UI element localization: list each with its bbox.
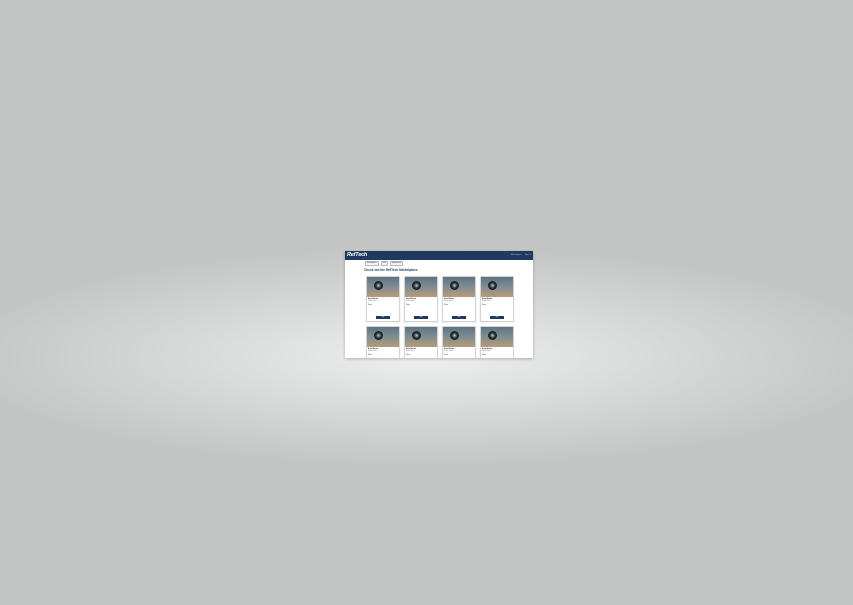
product-image[interactable]: [481, 327, 513, 347]
product-price: Price: [444, 304, 449, 307]
app-logo[interactable]: RefTech: [347, 252, 367, 259]
product-seller: Seller Name: [406, 351, 415, 352]
product-image[interactable]: [443, 327, 475, 347]
product-card[interactable]: Item NameSeller NamePriceBuy: [442, 276, 476, 322]
product-image[interactable]: [367, 277, 399, 297]
product-image[interactable]: [481, 277, 513, 297]
product-seller: Seller Name: [406, 301, 415, 302]
product-seller: Seller Name: [482, 301, 491, 302]
product-card[interactable]: Item NameSeller NamePriceBuy: [480, 326, 514, 358]
product-card[interactable]: Item NameSeller NamePriceBuy: [442, 326, 476, 358]
camera-lens-icon: [374, 331, 383, 340]
product-price: Price: [444, 354, 449, 357]
sub-navigation: Marketplace Sell My Account: [365, 261, 404, 266]
top-navbar: RefTech Marketplace Sign In: [345, 251, 533, 260]
product-card[interactable]: Item NameSeller NamePriceBuy: [366, 276, 400, 322]
camera-lens-icon: [488, 281, 497, 290]
product-price: Price: [482, 304, 487, 307]
product-seller: Seller Name: [444, 301, 453, 302]
top-links: Marketplace Sign In: [511, 253, 531, 257]
product-image[interactable]: [443, 277, 475, 297]
camera-lens-icon: [412, 331, 421, 340]
top-link-marketplace[interactable]: Marketplace: [511, 253, 522, 257]
camera-lens-icon: [488, 331, 497, 340]
product-price: Price: [406, 354, 411, 357]
product-image[interactable]: [367, 327, 399, 347]
product-image[interactable]: [405, 277, 437, 297]
buy-button[interactable]: Buy: [490, 316, 504, 319]
tab-marketplace[interactable]: Marketplace: [365, 261, 379, 266]
camera-lens-icon: [374, 281, 383, 290]
product-price: Price: [368, 354, 373, 357]
camera-lens-icon: [450, 281, 459, 290]
product-seller: Seller Name: [444, 351, 453, 352]
camera-lens-icon: [450, 331, 459, 340]
product-grid: Item Name Seller Name Price Buy Item Name Sel…: [366, 276, 514, 358]
product-price: Price: [406, 304, 411, 307]
product-seller: Seller Name: [368, 351, 377, 352]
tab-my-account[interactable]: My Account: [389, 261, 404, 266]
buy-button[interactable]: Buy: [452, 316, 466, 319]
product-image[interactable]: [405, 327, 437, 347]
buy-button[interactable]: Buy: [376, 316, 390, 319]
tab-sell[interactable]: Sell: [380, 261, 388, 266]
product-seller: Seller Name: [368, 301, 377, 302]
product-card[interactable]: Item NameSeller NamePriceBuy: [404, 326, 438, 358]
product-price: Price: [368, 304, 373, 307]
page-title: Check out the RefTech Marketplace: [364, 268, 418, 272]
product-price: Price: [482, 354, 487, 357]
product-card[interactable]: Item NameSeller NamePriceBuy: [480, 276, 514, 322]
app-screenshot: RefTech Marketplace Sign In Marketplace …: [345, 251, 533, 358]
product-seller: Seller Name: [482, 351, 491, 352]
buy-button[interactable]: Buy: [414, 316, 428, 319]
camera-lens-icon: [412, 281, 421, 290]
product-card[interactable]: Item NameSeller NamePriceBuy: [404, 276, 438, 322]
product-card[interactable]: Item NameSeller NamePriceBuy: [366, 326, 400, 358]
top-link-sign-in[interactable]: Sign In: [525, 253, 531, 257]
